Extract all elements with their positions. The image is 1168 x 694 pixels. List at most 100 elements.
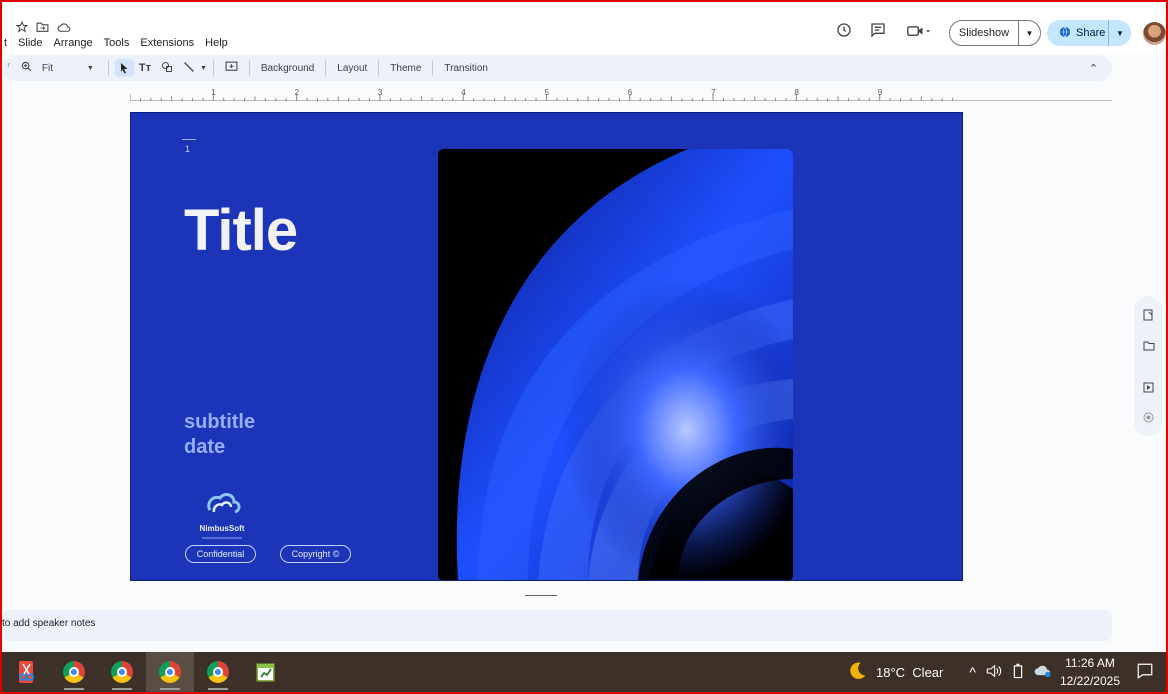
line-chevron-icon[interactable]: ▼ (200, 65, 207, 72)
running-indicator (208, 688, 228, 690)
play-icon[interactable] (1143, 380, 1154, 398)
running-indicator (112, 688, 132, 690)
cloud-sync-icon[interactable] (1034, 664, 1052, 681)
avatar[interactable] (1143, 22, 1166, 45)
clock-time: 11:26 AM (1065, 656, 1115, 670)
layout-button[interactable]: Layout (332, 63, 372, 74)
slide-page-number: 1 (185, 144, 191, 154)
taskbar: 18°C Clear ^ 11:26 AM 12/22/2025 (2, 652, 1166, 692)
menu-bar: t Slide Arrange Tools Extensions Help (4, 37, 228, 49)
weather-text[interactable]: 18°C Clear (876, 665, 943, 680)
ruler-label: 3 (378, 88, 383, 97)
chrome-icon (63, 661, 85, 683)
comment-icon[interactable] (870, 22, 886, 38)
scissors-icon (19, 661, 34, 683)
zoom-icon[interactable] (16, 61, 37, 75)
chrome-app-2[interactable] (98, 652, 146, 692)
slideshow-button[interactable]: Slideshow ▼ (949, 20, 1041, 46)
share-chevron-down-icon[interactable]: ▼ (1109, 29, 1131, 38)
chrome-app-3[interactable] (146, 652, 194, 692)
snipping-tool-app[interactable] (2, 652, 50, 692)
select-cursor-icon[interactable] (114, 59, 134, 77)
divider (107, 60, 109, 76)
horizontal-ruler: 1 2 3 4 5 6 7 8 9 (129, 86, 1112, 101)
confidential-pill[interactable]: Confidential (185, 545, 256, 563)
ruler-label: 1 (211, 88, 216, 97)
speaker-notes-placeholder: to add speaker notes (2, 618, 96, 629)
video-call-icon[interactable] (906, 24, 932, 38)
divider (378, 60, 380, 76)
chevron-down-icon[interactable]: ▼ (1019, 29, 1040, 38)
zoom-chevron-icon[interactable]: ▼ (87, 65, 94, 72)
page-number-rule (182, 139, 196, 140)
shape-icon[interactable] (156, 61, 178, 76)
chrome-icon (159, 661, 181, 683)
moon-icon[interactable] (846, 660, 868, 685)
ruler-label: 2 (295, 88, 300, 97)
running-indicator (64, 688, 84, 690)
divider (248, 60, 250, 76)
menu-item-slide[interactable]: Slide (18, 37, 42, 49)
share-button[interactable]: Share ▼ (1047, 20, 1131, 46)
transition-button[interactable]: Transition (439, 63, 493, 74)
ruler-label: 8 (794, 88, 799, 97)
globe-icon (1059, 26, 1071, 41)
clock[interactable]: 11:26 AM 12/22/2025 (1060, 654, 1120, 690)
star-icon[interactable] (15, 20, 29, 38)
ruler-label: 7 (711, 88, 716, 97)
menu-item-help[interactable]: Help (205, 37, 228, 49)
divider (432, 60, 434, 76)
system-tray: 18°C Clear ^ 11:26 AM 12/22/2025 (846, 652, 1166, 692)
zoom-select[interactable]: Fit (37, 63, 87, 74)
add-comment-icon[interactable] (220, 61, 243, 76)
slide-date: date (184, 436, 226, 458)
top-bar: t Slide Arrange Tools Extensions Help Sl… (2, 2, 1166, 54)
notepad-icon (256, 663, 275, 682)
battery-icon[interactable] (1012, 663, 1024, 682)
logo-tagline (202, 537, 242, 539)
chrome-app-4[interactable] (194, 652, 242, 692)
cloud-status-icon[interactable] (57, 20, 71, 38)
history-icon[interactable] (836, 22, 852, 38)
notepad-app[interactable] (242, 652, 290, 692)
move-folder-icon[interactable] (36, 20, 49, 38)
side-panel (1134, 296, 1162, 436)
resize-handle[interactable] (525, 595, 557, 596)
slide-abstract-image[interactable] (438, 149, 793, 580)
folder-icon[interactable] (1143, 338, 1155, 356)
record-icon[interactable] (1143, 410, 1154, 428)
cloud-logo-icon (207, 493, 241, 514)
share-label-wrap[interactable]: Share (1047, 20, 1109, 46)
share-label[interactable]: Share (1076, 27, 1105, 39)
toolbar: ⸢ Fit ▼ Tт ▼ Background Layout Theme Tra… (2, 55, 1112, 81)
logo-wordmark: NimbusSoft (199, 524, 245, 533)
doc-icons (15, 20, 71, 38)
slideshow-label[interactable]: Slideshow (950, 21, 1019, 45)
menu-item-insert[interactable]: t (4, 37, 7, 49)
line-icon[interactable] (178, 61, 200, 76)
abstract-wave-graphic (438, 149, 793, 580)
slide-subtitle: subtitle (184, 411, 256, 433)
menu-item-tools[interactable]: Tools (104, 37, 130, 49)
keep-icon[interactable] (1143, 308, 1154, 326)
background-button[interactable]: Background (256, 63, 319, 74)
theme-button[interactable]: Theme (385, 63, 426, 74)
chrome-app-1[interactable] (50, 652, 98, 692)
running-indicator (160, 688, 180, 690)
chevron-up-icon[interactable]: ^ (969, 664, 976, 680)
menu-item-arrange[interactable]: Arrange (54, 37, 93, 49)
slide-canvas[interactable]: 1 Title subtitle date NimbusSoft Confide… (130, 112, 963, 581)
ruler-label: 5 (545, 88, 550, 97)
text-box-icon[interactable]: Tт (134, 62, 156, 74)
notification-icon[interactable] (1136, 662, 1154, 683)
format-paint-icon[interactable]: ⸢ (2, 63, 16, 74)
collapse-toolbar-icon[interactable]: ⌃ (1089, 62, 1098, 75)
divider (325, 60, 327, 76)
company-logo: NimbusSoft (193, 488, 251, 539)
speaker-notes[interactable]: to add speaker notes (2, 610, 1112, 641)
menu-item-extensions[interactable]: Extensions (140, 37, 194, 49)
slide-title[interactable]: Title (184, 197, 298, 264)
slide-subtitle-block[interactable]: subtitle date (184, 410, 255, 460)
copyright-pill[interactable]: Copyright © (280, 545, 351, 563)
speaker-icon[interactable] (986, 664, 1002, 681)
